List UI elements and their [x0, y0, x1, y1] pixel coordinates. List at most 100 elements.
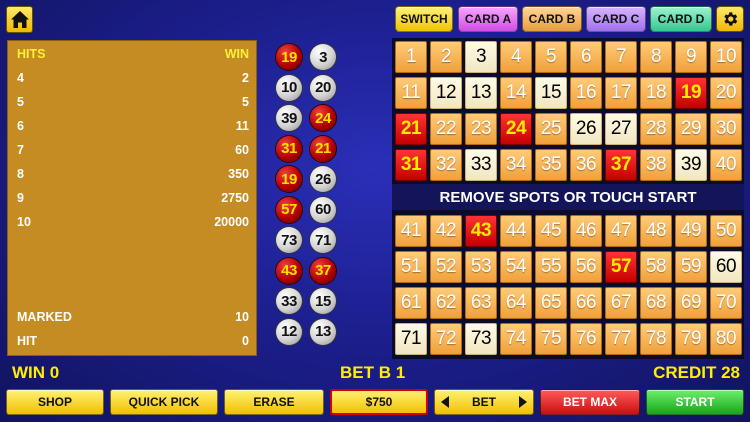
keno-number-32[interactable]: 32	[430, 149, 462, 181]
keno-number-48[interactable]: 48	[640, 215, 672, 247]
card-d-button[interactable]: CARD D	[650, 6, 712, 32]
keno-number-78[interactable]: 78	[640, 323, 672, 355]
keno-number-29[interactable]: 29	[675, 113, 707, 145]
bet-selector[interactable]: BET	[434, 389, 534, 415]
keno-number-40[interactable]: 40	[710, 149, 742, 181]
keno-number-73[interactable]: 73	[465, 323, 497, 355]
keno-number-47[interactable]: 47	[605, 215, 637, 247]
keno-number-65[interactable]: 65	[535, 287, 567, 319]
hit-count: HIT 0	[17, 334, 249, 348]
bet-increase-icon[interactable]	[519, 396, 527, 408]
keno-number-18[interactable]: 18	[640, 77, 672, 109]
keno-number-42[interactable]: 42	[430, 215, 462, 247]
keno-number-23[interactable]: 23	[465, 113, 497, 145]
keno-number-61[interactable]: 61	[395, 287, 427, 319]
keno-number-53[interactable]: 53	[465, 251, 497, 283]
keno-number-21[interactable]: 21	[395, 113, 427, 145]
start-button[interactable]: START	[646, 389, 744, 415]
keno-number-14[interactable]: 14	[500, 77, 532, 109]
keno-number-45[interactable]: 45	[535, 215, 567, 247]
paytable-row: 9 2750	[17, 191, 249, 205]
keno-number-4[interactable]: 4	[500, 41, 532, 73]
keno-number-25[interactable]: 25	[535, 113, 567, 145]
keno-number-3[interactable]: 3	[465, 41, 497, 73]
keno-number-80[interactable]: 80	[710, 323, 742, 355]
keno-number-1[interactable]: 1	[395, 41, 427, 73]
keno-number-30[interactable]: 30	[710, 113, 742, 145]
keno-number-75[interactable]: 75	[535, 323, 567, 355]
keno-number-79[interactable]: 79	[675, 323, 707, 355]
keno-number-51[interactable]: 51	[395, 251, 427, 283]
keno-number-66[interactable]: 66	[570, 287, 602, 319]
keno-number-70[interactable]: 70	[710, 287, 742, 319]
keno-number-6[interactable]: 6	[570, 41, 602, 73]
keno-number-74[interactable]: 74	[500, 323, 532, 355]
keno-number-50[interactable]: 50	[710, 215, 742, 247]
keno-number-44[interactable]: 44	[500, 215, 532, 247]
card-b-button[interactable]: CARD B	[522, 6, 582, 32]
card-c-button[interactable]: CARD C	[586, 6, 646, 32]
denomination-button[interactable]: $750	[330, 389, 428, 415]
keno-number-57[interactable]: 57	[605, 251, 637, 283]
keno-number-41[interactable]: 41	[395, 215, 427, 247]
keno-number-52[interactable]: 52	[430, 251, 462, 283]
keno-number-58[interactable]: 58	[640, 251, 672, 283]
keno-number-12[interactable]: 12	[430, 77, 462, 109]
keno-number-72[interactable]: 72	[430, 323, 462, 355]
keno-number-63[interactable]: 63	[465, 287, 497, 319]
keno-number-71[interactable]: 71	[395, 323, 427, 355]
keno-number-8[interactable]: 8	[640, 41, 672, 73]
keno-number-54[interactable]: 54	[500, 251, 532, 283]
keno-number-9[interactable]: 9	[675, 41, 707, 73]
keno-number-11[interactable]: 11	[395, 77, 427, 109]
erase-button[interactable]: ERASE	[224, 389, 324, 415]
keno-number-35[interactable]: 35	[535, 149, 567, 181]
keno-number-37[interactable]: 37	[605, 149, 637, 181]
keno-number-7[interactable]: 7	[605, 41, 637, 73]
keno-number-5[interactable]: 5	[535, 41, 567, 73]
keno-number-62[interactable]: 62	[430, 287, 462, 319]
keno-number-22[interactable]: 22	[430, 113, 462, 145]
keno-number-24[interactable]: 24	[500, 113, 532, 145]
keno-number-34[interactable]: 34	[500, 149, 532, 181]
keno-number-56[interactable]: 56	[570, 251, 602, 283]
drawn-ball: 24	[310, 105, 336, 131]
keno-number-15[interactable]: 15	[535, 77, 567, 109]
home-button[interactable]	[6, 6, 33, 33]
keno-number-28[interactable]: 28	[640, 113, 672, 145]
keno-number-67[interactable]: 67	[605, 287, 637, 319]
keno-number-43[interactable]: 43	[465, 215, 497, 247]
keno-number-2[interactable]: 2	[430, 41, 462, 73]
keno-number-36[interactable]: 36	[570, 149, 602, 181]
keno-number-39[interactable]: 39	[675, 149, 707, 181]
keno-number-27[interactable]: 27	[605, 113, 637, 145]
keno-number-31[interactable]: 31	[395, 149, 427, 181]
keno-number-46[interactable]: 46	[570, 215, 602, 247]
keno-number-69[interactable]: 69	[675, 287, 707, 319]
keno-number-33[interactable]: 33	[465, 149, 497, 181]
keno-number-16[interactable]: 16	[570, 77, 602, 109]
drawn-ball: 19	[276, 166, 302, 192]
keno-number-13[interactable]: 13	[465, 77, 497, 109]
keno-number-17[interactable]: 17	[605, 77, 637, 109]
keno-number-76[interactable]: 76	[570, 323, 602, 355]
switch-button[interactable]: SWITCH	[395, 6, 453, 32]
keno-number-77[interactable]: 77	[605, 323, 637, 355]
card-a-button[interactable]: CARD A	[458, 6, 518, 32]
keno-number-49[interactable]: 49	[675, 215, 707, 247]
keno-number-59[interactable]: 59	[675, 251, 707, 283]
keno-number-55[interactable]: 55	[535, 251, 567, 283]
shop-button[interactable]: SHOP	[6, 389, 104, 415]
keno-number-64[interactable]: 64	[500, 287, 532, 319]
bet-max-button[interactable]: BET MAX	[540, 389, 640, 415]
keno-number-60[interactable]: 60	[710, 251, 742, 283]
keno-number-10[interactable]: 10	[710, 41, 742, 73]
keno-number-38[interactable]: 38	[640, 149, 672, 181]
settings-button[interactable]	[716, 6, 744, 32]
quick-pick-button[interactable]: QUICK PICK	[110, 389, 218, 415]
keno-number-26[interactable]: 26	[570, 113, 602, 145]
keno-number-19[interactable]: 19	[675, 77, 707, 109]
bet-decrease-icon[interactable]	[441, 396, 449, 408]
keno-number-68[interactable]: 68	[640, 287, 672, 319]
keno-number-20[interactable]: 20	[710, 77, 742, 109]
